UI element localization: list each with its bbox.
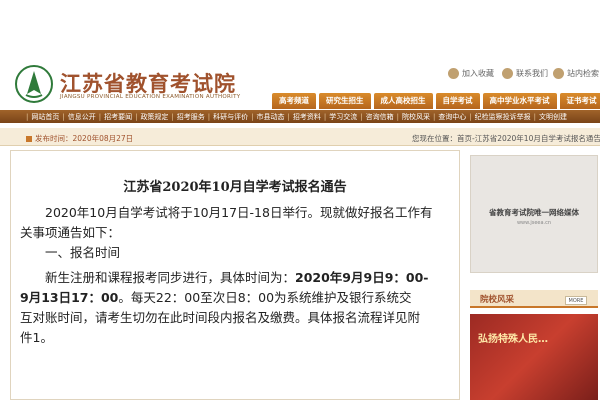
- campus-photo-caption: 弘扬特殊人民…: [478, 334, 548, 345]
- tab-adult[interactable]: 成人高校招生: [373, 93, 433, 109]
- tab-certificate[interactable]: 证书考试: [559, 93, 600, 109]
- contact-us-link[interactable]: 联系我们: [502, 68, 548, 79]
- article-text: 新生注册和课程报考同步进行，具体时间为：: [45, 270, 296, 285]
- article-paragraph: 2020年10月自学考试将于10月17日-18日举行。现就做好报名工作有: [45, 205, 433, 220]
- add-favorite-link[interactable]: 加入收藏: [448, 68, 494, 79]
- more-button[interactable]: MORE: [565, 296, 587, 305]
- tab-graduate[interactable]: 研究生招生: [319, 93, 371, 109]
- nav-item-service[interactable]: 招考服务: [174, 112, 208, 122]
- site-search-link[interactable]: 站内检索: [553, 68, 599, 79]
- article-paragraph: 新生注册和课程报考同步进行，具体时间为：2020年9月9日9：00-: [45, 268, 428, 288]
- channel-tabs: 高考频道 研究生招生 成人高校招生 自学考试 高中学业水平考试 证书考试: [272, 93, 600, 109]
- publish-date-text: 发布时间：2020年08月27日: [35, 134, 134, 143]
- nav-item-mailbox[interactable]: 咨询信箱: [363, 112, 397, 122]
- article-paragraph: 9月13日17：00。每天22：00至次日8：00为系统维护及银行系统交: [20, 288, 412, 308]
- breadcrumb: 您现在位置：首页-江苏省2020年10月自学考试报名通告: [412, 134, 600, 143]
- tab-academic-level[interactable]: 高中学业水平考试: [482, 93, 557, 109]
- nav-item-campus[interactable]: 院校风采: [399, 112, 433, 122]
- logo-emblem-icon[interactable]: [14, 64, 54, 104]
- add-favorite-label: 加入收藏: [462, 69, 494, 78]
- site-search-label: 站内检索: [567, 69, 599, 78]
- contact-us-label: 联系我们: [516, 69, 548, 78]
- campus-photo[interactable]: [470, 314, 598, 400]
- nav-item-civilization[interactable]: 文明创建: [536, 112, 570, 122]
- contact-icon: [502, 68, 513, 79]
- tab-self-study[interactable]: 自学考试: [435, 93, 480, 109]
- nav-item-query[interactable]: 查询中心: [435, 112, 469, 122]
- nav-item-materials[interactable]: 招考资料: [290, 112, 324, 122]
- article-paragraph: 件1。: [20, 330, 53, 345]
- nav-item-disclosure[interactable]: 信息公开: [65, 112, 99, 122]
- article-bold-text: 2020年9月9日9：00-: [295, 270, 429, 285]
- article-text: 。每天22：00至次日8：00为系统维护及银行系统交: [118, 290, 412, 305]
- favorite-icon: [448, 68, 459, 79]
- article-bold-text: 9月13日17：00: [20, 290, 119, 305]
- nav-item-news[interactable]: 招考要闻: [101, 112, 135, 122]
- article-paragraph: 关事项通告如下：: [20, 225, 121, 240]
- article-heading: 一、报名时间: [45, 245, 121, 260]
- media-banner-text: 省教育考试院唯一网络媒体: [489, 208, 579, 217]
- site-subtitle: JIANGSU PROVINCIAL EDUCATION EXAMINATION…: [60, 94, 241, 100]
- article-paragraph: 互对账时间，请考生切勿在此时间段内报名及缴费。具体报名流程详见附: [20, 310, 421, 325]
- main-nav: | 网站首页 | 信息公开 | 招考要闻 | 政策规定 | 招考服务 | 科研与…: [0, 110, 600, 123]
- nav-item-research[interactable]: 科研与评价: [210, 112, 251, 122]
- search-icon: [553, 68, 564, 79]
- article-title: 江苏省2020年10月自学考试报名通告: [123, 180, 347, 195]
- publish-date: 发布时间：2020年08月27日: [26, 133, 133, 144]
- nav-item-home[interactable]: 网站首页: [28, 112, 62, 122]
- tab-gaokao[interactable]: 高考频道: [272, 93, 316, 109]
- nav-item-report[interactable]: 纪检监察投诉举报: [472, 112, 534, 122]
- media-banner-url: www.jseea.cn: [516, 220, 552, 226]
- nav-item-county[interactable]: 市县动态: [254, 112, 288, 122]
- nav-item-exchange[interactable]: 学习交流: [326, 112, 360, 122]
- nav-item-policy[interactable]: 政策规定: [137, 112, 171, 122]
- campus-section-title: 院校风采: [480, 295, 515, 305]
- bullet-icon: [26, 136, 32, 142]
